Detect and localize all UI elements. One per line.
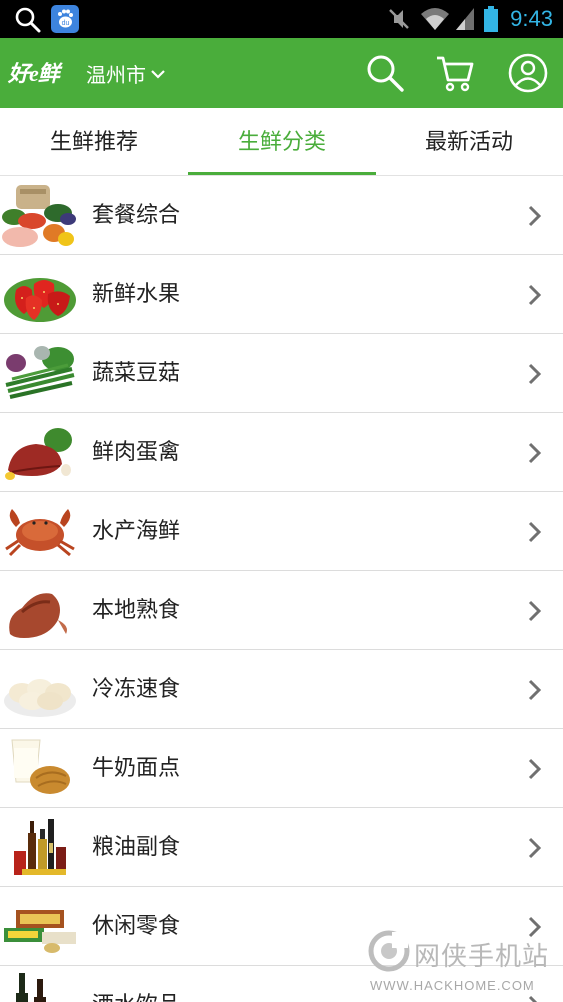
watermark: 网侠手机站 WWW.HACKHOME.COM: [368, 928, 558, 998]
city-selector[interactable]: 温州市: [86, 59, 166, 88]
battery-icon: [484, 6, 499, 32]
tab-recommend[interactable]: 生鲜推荐: [0, 108, 188, 176]
milk-bread-thumbnail: [11, 739, 70, 794]
chevron-right-icon: [528, 521, 542, 543]
category-label: 蔬菜豆菇: [92, 361, 181, 386]
category-label: 休闲零食: [92, 914, 181, 939]
category-list: 套餐综合 新鲜水果 蔬菜豆菇 鲜肉蛋禽 水产海鲜 本地熟食 冷冻速食 牛奶面点 …: [0, 176, 563, 1002]
chevron-right-icon: [528, 679, 542, 701]
clock: 9:43: [510, 6, 553, 31]
wifi-icon: [421, 8, 450, 30]
strawberry-thumbnail: [4, 278, 76, 322]
list-item[interactable]: 套餐综合: [0, 176, 563, 255]
oil-sauce-bottles-thumbnail: [14, 819, 66, 875]
snack-boxes-thumbnail: [4, 910, 76, 953]
category-label: 冷冻速食: [92, 677, 181, 702]
signal-icon: [456, 8, 475, 30]
category-label: 粮油副食: [92, 835, 181, 860]
list-item[interactable]: 牛奶面点: [0, 729, 563, 808]
list-item[interactable]: 粮油副食: [0, 808, 563, 887]
cooked-meat-thumbnail: [9, 593, 67, 638]
meat-thumbnail: [5, 428, 72, 480]
baidu-app-icon: du: [51, 5, 79, 33]
app-logo: 好e鲜: [8, 61, 60, 86]
tab-categories[interactable]: 生鲜分类: [188, 108, 376, 176]
chevron-right-icon: [528, 600, 542, 622]
watermark-title: 网侠手机站: [414, 942, 550, 972]
hackhome-logo-icon: [368, 930, 410, 972]
chevron-right-icon: [528, 363, 542, 385]
chevron-right-icon: [528, 837, 542, 859]
combo-produce-thumbnail: [2, 185, 76, 247]
chevron-right-icon: [528, 205, 542, 227]
category-label: 本地熟食: [92, 598, 181, 623]
chevron-right-icon: [528, 284, 542, 306]
category-label: 鲜肉蛋禽: [92, 440, 181, 465]
watermark-url: WWW.HACKHOME.COM: [370, 978, 535, 993]
category-label: 牛奶面点: [92, 756, 181, 781]
chevron-down-icon: [151, 69, 165, 79]
list-item[interactable]: 新鲜水果: [0, 255, 563, 334]
chevron-right-icon: [528, 758, 542, 780]
vegetables-thumbnail: [5, 346, 75, 399]
chevron-right-icon: [528, 442, 542, 464]
user-icon[interactable]: [507, 52, 549, 94]
list-item[interactable]: 本地熟食: [0, 571, 563, 650]
category-label: 新鲜水果: [92, 282, 181, 307]
search-icon: [15, 7, 41, 33]
status-bar: du 9:43: [0, 0, 563, 38]
app-header: 好e鲜 温州市: [0, 38, 563, 108]
dumplings-thumbnail: [4, 679, 76, 717]
category-label: 水产海鲜: [92, 519, 181, 544]
svg-text:du: du: [62, 20, 70, 27]
mute-icon: [389, 9, 410, 29]
list-item[interactable]: 冷冻速食: [0, 650, 563, 729]
cart-icon[interactable]: [434, 52, 476, 94]
tab-bar: 生鲜推荐 生鲜分类 最新活动: [0, 108, 563, 176]
crab-thumbnail: [5, 509, 75, 557]
tab-activities[interactable]: 最新活动: [375, 108, 563, 176]
category-label: 酒水饮品: [92, 966, 180, 1002]
list-item[interactable]: 鲜肉蛋禽: [0, 413, 563, 492]
search-icon[interactable]: [364, 52, 406, 94]
city-label: 温州市: [86, 63, 146, 87]
category-label: 套餐综合: [92, 203, 181, 228]
wine-bottles-thumbnail: [16, 973, 46, 1002]
list-item[interactable]: 蔬菜豆菇: [0, 334, 563, 413]
list-item[interactable]: 水产海鲜: [0, 492, 563, 571]
